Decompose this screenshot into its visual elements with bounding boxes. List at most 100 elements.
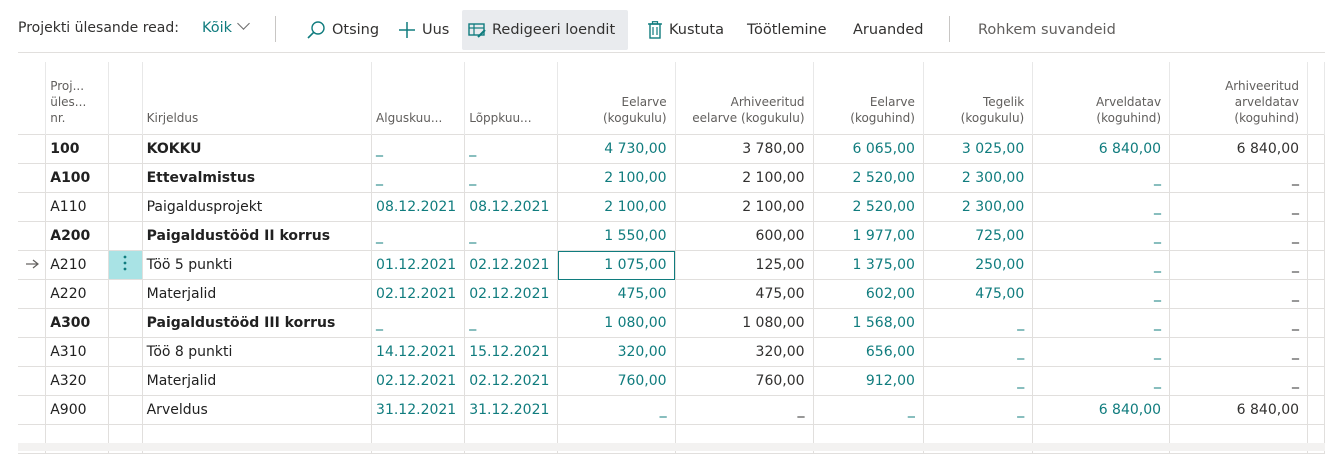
billable-price-cell[interactable]: _ <box>1032 337 1171 367</box>
archived-budget-cell[interactable]: 125,00 <box>675 250 814 280</box>
reports-menu[interactable]: Aruanded <box>847 10 929 50</box>
actual-cost-cell[interactable]: _ <box>923 337 1034 367</box>
end-date-cell[interactable]: _ <box>464 221 559 251</box>
start-date-cell[interactable]: 02.12.2021 <box>371 366 466 396</box>
description-cell[interactable]: Paigaldustööd II korrus <box>142 221 373 251</box>
table-row[interactable]: A210 Töö 5 punkti 01.12.2021 02.12.2021 1 07… <box>18 250 1325 280</box>
budget-cost-cell[interactable]: 320,00 <box>557 337 676 367</box>
processing-menu[interactable]: Töötlemine <box>741 10 833 50</box>
archived-billable-cell[interactable]: _ <box>1169 308 1309 338</box>
task-nr-cell[interactable]: A100 <box>45 163 110 193</box>
edit-list-button[interactable]: Redigeeri loendit <box>462 10 628 50</box>
task-nr-cell[interactable]: A200 <box>45 221 110 251</box>
archived-billable-cell[interactable]: _ <box>1169 192 1309 222</box>
table-row[interactable]: A900 Arveldus 31.12.2021 31.12.2021 _ _ _ _ 6 84… <box>18 395 1325 425</box>
column-header-end-date[interactable]: Lõppkuu... <box>464 62 559 135</box>
archived-billable-cell[interactable]: _ <box>1169 337 1309 367</box>
row-menu-cell[interactable] <box>108 221 143 251</box>
more-options-button[interactable]: Rohkem suvandeid <box>972 10 1122 50</box>
description-cell[interactable]: Paigaldusprojekt <box>142 192 373 222</box>
start-date-cell[interactable]: 14.12.2021 <box>371 337 466 367</box>
budget-price-cell[interactable]: 2 520,00 <box>813 192 924 222</box>
column-header-actual-cost[interactable]: Tegelik (kogukulu) <box>923 62 1034 135</box>
archived-budget-cell[interactable]: _ <box>675 395 814 425</box>
archived-billable-cell[interactable]: _ <box>1169 221 1309 251</box>
row-menu-cell[interactable] <box>108 134 143 164</box>
archived-budget-cell[interactable]: 475,00 <box>675 279 814 309</box>
billable-price-cell[interactable]: 6 840,00 <box>1032 134 1171 164</box>
archived-billable-cell[interactable]: _ <box>1169 366 1309 396</box>
row-menu-cell[interactable] <box>108 163 143 193</box>
table-row[interactable]: A310 Töö 8 punkti 14.12.2021 15.12.2021 320,… <box>18 337 1325 367</box>
budget-cost-cell[interactable]: 1 075,00 <box>557 250 676 280</box>
billable-price-cell[interactable]: 6 840,00 <box>1032 395 1171 425</box>
start-date-cell[interactable]: 01.12.2021 <box>371 250 466 280</box>
row-menu-cell[interactable] <box>108 366 143 396</box>
task-nr-cell[interactable]: A320 <box>45 366 110 396</box>
start-date-cell[interactable]: _ <box>371 134 466 164</box>
column-header-budget-cost[interactable]: Eelarve (kogukulu) <box>557 62 676 135</box>
budget-price-cell[interactable]: 912,00 <box>813 366 924 396</box>
budget-price-cell[interactable]: 1 977,00 <box>813 221 924 251</box>
view-filter-dropdown[interactable]: Kõik <box>202 17 250 36</box>
budget-cost-cell[interactable]: 2 100,00 <box>557 192 676 222</box>
start-date-cell[interactable]: _ <box>371 163 466 193</box>
billable-price-cell[interactable]: _ <box>1032 279 1171 309</box>
archived-billable-cell[interactable]: 6 840,00 <box>1169 395 1309 425</box>
end-date-cell[interactable]: 08.12.2021 <box>464 192 559 222</box>
archived-budget-cell[interactable]: 2 100,00 <box>675 163 814 193</box>
new-button[interactable]: Uus <box>392 10 455 50</box>
end-date-cell[interactable]: 02.12.2021 <box>464 279 559 309</box>
budget-cost-cell[interactable]: 475,00 <box>557 279 676 309</box>
task-nr-cell[interactable]: A110 <box>45 192 110 222</box>
description-cell[interactable]: Töö 5 punkti <box>142 250 373 280</box>
budget-cost-cell[interactable]: 4 730,00 <box>557 134 676 164</box>
column-header-archived-budget[interactable]: Arhiveeritud eelarve (kogukulu) <box>675 62 814 135</box>
row-menu-cell[interactable] <box>108 192 143 222</box>
task-nr-cell[interactable]: A310 <box>45 337 110 367</box>
description-cell[interactable]: Töö 8 punkti <box>142 337 373 367</box>
description-cell[interactable]: Paigaldustööd III korrus <box>142 308 373 338</box>
archived-budget-cell[interactable]: 2 100,00 <box>675 192 814 222</box>
archived-billable-cell[interactable]: _ <box>1169 250 1309 280</box>
column-header-task-nr[interactable]: Proj... üles... nr. <box>45 62 110 135</box>
budget-cost-cell[interactable]: 760,00 <box>557 366 676 396</box>
description-cell[interactable]: Materjalid <box>142 279 373 309</box>
column-header-description[interactable]: Kirjeldus <box>142 62 373 135</box>
billable-price-cell[interactable]: _ <box>1032 221 1171 251</box>
billable-price-cell[interactable]: _ <box>1032 192 1171 222</box>
archived-budget-cell[interactable]: 3 780,00 <box>675 134 814 164</box>
row-menu-cell[interactable] <box>108 308 143 338</box>
table-row[interactable]: A110 Paigaldusprojekt 08.12.2021 08.12.2021… <box>18 192 1325 222</box>
archived-budget-cell[interactable]: 320,00 <box>675 337 814 367</box>
billable-price-cell[interactable]: _ <box>1032 308 1171 338</box>
vertical-ellipsis-icon[interactable] <box>108 250 143 280</box>
column-header-archived-billable[interactable]: Arhiveeritud arveldatav (koguhind) <box>1169 62 1309 135</box>
budget-cost-cell[interactable]: 1 550,00 <box>557 221 676 251</box>
budget-cost-cell[interactable]: 1 080,00 <box>557 308 676 338</box>
end-date-cell[interactable]: 02.12.2021 <box>464 366 559 396</box>
budget-price-cell[interactable]: 602,00 <box>813 279 924 309</box>
archived-budget-cell[interactable]: 1 080,00 <box>675 308 814 338</box>
column-header-budget-price[interactable]: Eelarve (koguhind) <box>813 62 924 135</box>
description-cell[interactable]: Ettevalmistus <box>142 163 373 193</box>
end-date-cell[interactable]: _ <box>464 134 559 164</box>
row-menu-cell[interactable] <box>108 337 143 367</box>
task-nr-cell[interactable]: A900 <box>45 395 110 425</box>
budget-cost-cell[interactable]: _ <box>557 395 676 425</box>
task-nr-cell[interactable]: 100 <box>45 134 110 164</box>
task-nr-cell[interactable]: A300 <box>45 308 110 338</box>
end-date-cell[interactable]: _ <box>464 308 559 338</box>
row-menu-cell[interactable] <box>108 395 143 425</box>
column-header-billable-price[interactable]: Arveldatav (koguhind) <box>1032 62 1171 135</box>
budget-price-cell[interactable]: 1 568,00 <box>813 308 924 338</box>
table-row[interactable]: A200 Paigaldustööd II korrus _ _ 1 550,00 600… <box>18 221 1325 251</box>
start-date-cell[interactable]: 02.12.2021 <box>371 279 466 309</box>
actual-cost-cell[interactable]: 250,00 <box>923 250 1034 280</box>
end-date-cell[interactable]: 31.12.2021 <box>464 395 559 425</box>
actual-cost-cell[interactable]: 475,00 <box>923 279 1034 309</box>
budget-price-cell[interactable]: 1 375,00 <box>813 250 924 280</box>
actual-cost-cell[interactable]: 725,00 <box>923 221 1034 251</box>
actual-cost-cell[interactable]: 3 025,00 <box>923 134 1034 164</box>
archived-billable-cell[interactable]: _ <box>1169 163 1309 193</box>
